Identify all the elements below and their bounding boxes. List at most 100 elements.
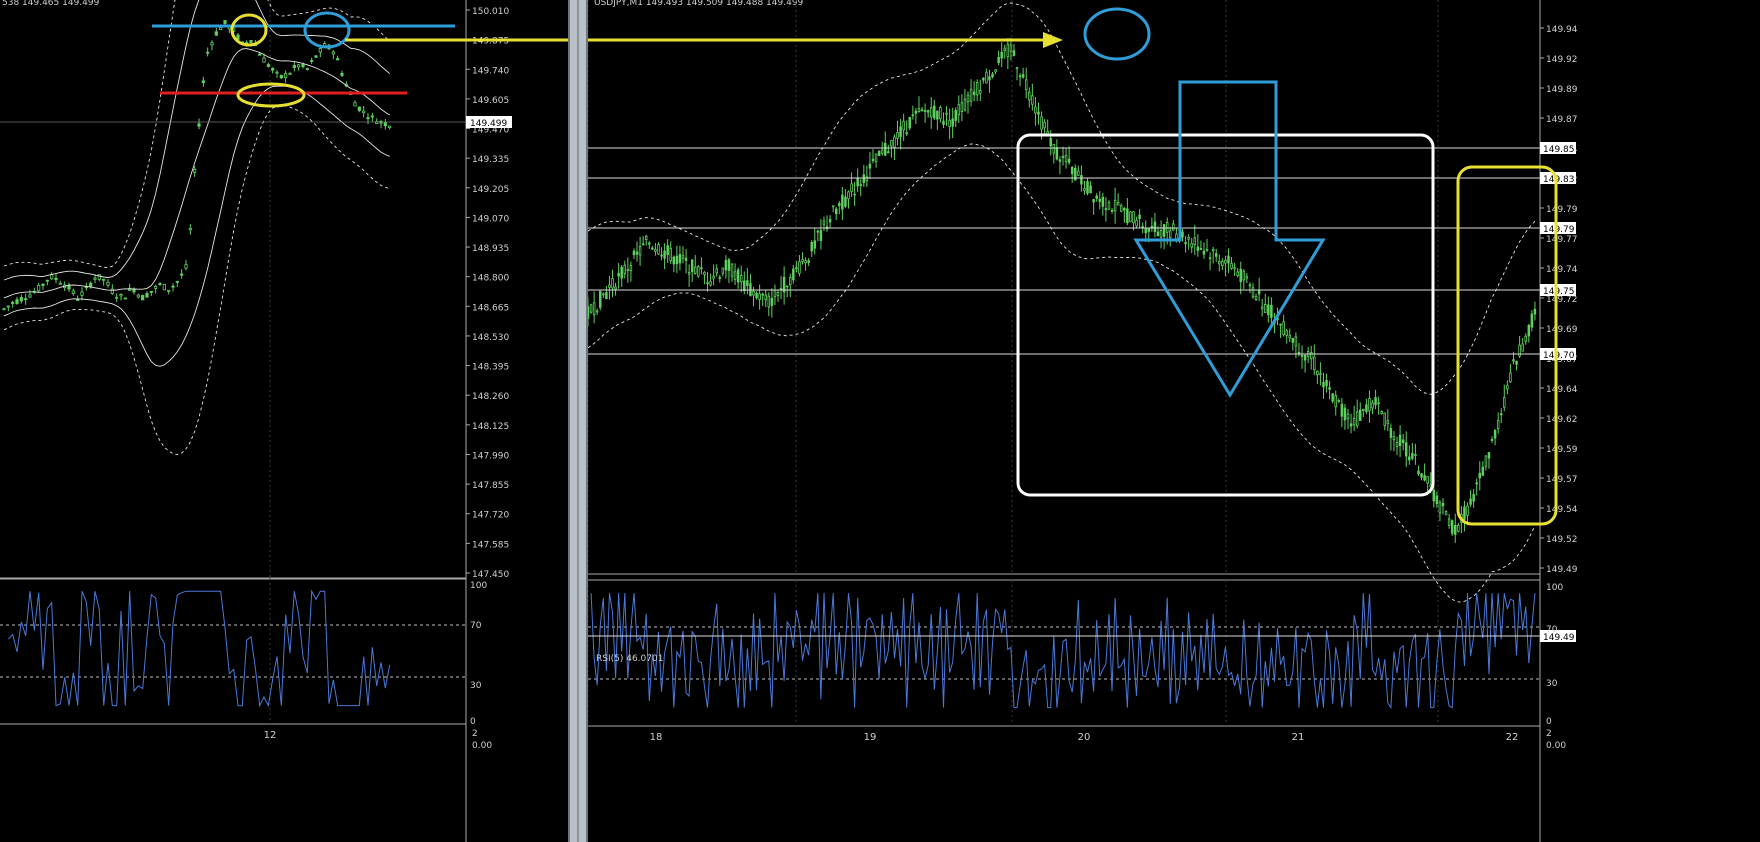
right-candle-body: [1533, 308, 1537, 315]
right-candle-body: [972, 91, 976, 96]
right-rsi-axis-label: 70: [1546, 625, 1558, 635]
right-candle-body: [1408, 456, 1411, 461]
right-candle-body: [620, 266, 623, 279]
right-candle-body: [1469, 498, 1472, 505]
right-candle-body: [951, 118, 954, 127]
right-blue-down-arrow: [1133, 80, 1326, 398]
right-price-label: 149.52: [1546, 535, 1578, 545]
right-candle-body: [945, 112, 948, 115]
right-band-line: [588, 143, 1536, 603]
left-candle-body: [188, 228, 192, 231]
right-candle-body: [614, 286, 617, 290]
left-band-line: [3, 0, 391, 269]
right-candle-body: [681, 255, 685, 259]
right-candle-body: [819, 230, 823, 241]
right-candle-body: [1282, 321, 1285, 335]
right-candle-body: [865, 176, 869, 182]
right-candle-body: [1380, 411, 1383, 414]
left-candle-body: [110, 288, 114, 294]
right-candle-body: [1466, 505, 1469, 516]
right-candle-body: [1144, 228, 1147, 234]
right-candle-body: [798, 261, 801, 274]
right-candle-body: [1426, 476, 1429, 484]
left-candle-body: [336, 58, 340, 61]
right-candle-body: [911, 114, 915, 117]
left-chart-window[interactable]: 538 149.465 149.499 150.010 149.875 149.74…: [0, 0, 580, 842]
right-level-price-label: 149.79: [1543, 225, 1575, 235]
left-price-label: 147.855: [472, 481, 509, 491]
right-candle-body: [1447, 518, 1451, 526]
left-candle-body: [318, 47, 322, 53]
right-candle-body: [893, 136, 896, 148]
right-rsi-axis-label: 100: [1546, 583, 1563, 593]
left-candle-body: [383, 122, 387, 127]
left-candle-body: [353, 102, 357, 107]
right-candle-body: [1208, 257, 1212, 260]
left-candle-body: [184, 264, 188, 269]
right-candle-body: [1003, 47, 1007, 51]
right-candle-body: [644, 235, 648, 240]
left-candle-body: [180, 273, 184, 276]
right-candle-body: [1052, 143, 1056, 154]
left-candle-body: [41, 283, 45, 286]
right-candle-body: [847, 191, 850, 200]
right-level-price-label: 149.75: [1543, 287, 1575, 297]
right-candle-body: [1524, 335, 1527, 342]
right-candle-body: [736, 269, 740, 283]
right-candle-body: [1279, 323, 1282, 326]
right-candle-body: [1031, 95, 1034, 105]
right-candle-body: [605, 292, 608, 300]
right-candle-body: [1153, 221, 1157, 232]
right-candle-body: [1506, 385, 1509, 390]
right-candle-body: [1386, 420, 1390, 425]
right-candle-body: [721, 267, 725, 274]
window-splitter[interactable]: [568, 0, 588, 842]
left-candle-body: [357, 106, 361, 111]
right-chart-window[interactable]: USDJPY,M1 149.493 149.509 149.488 149.49…: [588, 0, 1760, 842]
left-chart-svg[interactable]: 150.010149.875149.740149.605149.470149.3…: [0, 0, 580, 842]
right-candle-body: [1515, 360, 1518, 365]
right-candle-body: [838, 203, 841, 207]
left-price-label: 147.720: [472, 511, 509, 521]
right-candle-body: [1349, 423, 1353, 427]
right-candle-body: [739, 275, 743, 283]
right-candle-body: [1322, 381, 1325, 388]
left-candle-body: [266, 64, 270, 67]
right-candle-body: [666, 245, 669, 256]
right-candle-body: [1377, 402, 1380, 405]
right-candle-body: [752, 290, 755, 296]
right-candle-body: [703, 271, 706, 276]
right-candle-body: [1371, 402, 1374, 409]
right-candle-body: [1147, 228, 1151, 232]
right-candle-body: [1432, 489, 1436, 502]
right-candle-body: [960, 102, 964, 112]
right-candle-body: [1162, 224, 1166, 237]
right-candle-body: [1490, 439, 1494, 441]
right-candle-body: [1070, 167, 1074, 175]
left-band-line: [3, 105, 390, 455]
right-candle-body: [789, 277, 792, 286]
left-candle-body: [93, 277, 97, 280]
right-candle-body: [1199, 248, 1203, 250]
left-price-label: 148.125: [472, 422, 509, 432]
right-candle-body: [1257, 290, 1261, 295]
right-candle-body: [660, 254, 663, 257]
right-candle-body: [1260, 306, 1264, 310]
left-yellow-circle-top: [230, 13, 268, 47]
right-candle-body: [1107, 202, 1111, 210]
right-chart-svg[interactable]: 149.94149.92149.89149.87149.84149.82149.…: [588, 0, 1760, 842]
right-candle-body: [746, 280, 749, 286]
right-candle-body: [923, 110, 927, 112]
right-candle-body: [942, 120, 945, 125]
left-candle-body: [310, 60, 314, 62]
right-candle-body: [988, 76, 991, 81]
right-candle-body: [1365, 404, 1368, 412]
left-candle-body: [136, 294, 140, 298]
right-candle-body: [1236, 271, 1239, 276]
right-time-label: 21: [1292, 732, 1305, 743]
right-candle-body: [1028, 91, 1031, 101]
left-candle-body: [154, 286, 158, 289]
right-yellow-box-annotation: [1456, 165, 1558, 526]
left-band-line: [3, 0, 390, 281]
right-candle-body: [715, 268, 718, 274]
